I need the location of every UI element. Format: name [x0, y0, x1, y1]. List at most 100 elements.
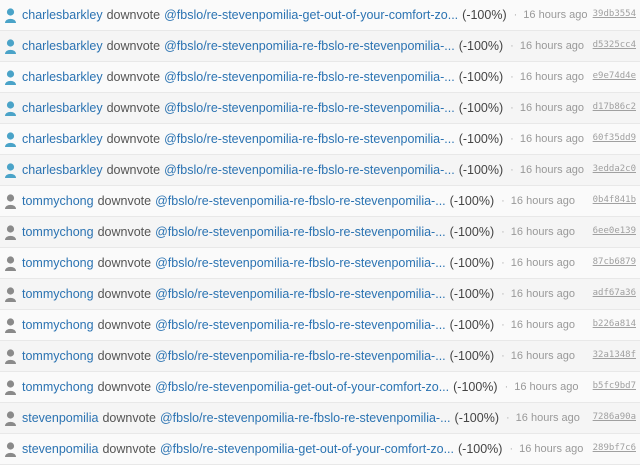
transaction-id-link[interactable]: 3edda2c0	[593, 155, 636, 183]
post-link[interactable]: @fbslo/re-stevenpomilia-get-out-of-your-…	[155, 380, 449, 394]
list-item: tommychong downvote @fbslo/re-stevenpomi…	[0, 217, 640, 248]
user-link[interactable]: charlesbarkley	[22, 8, 103, 22]
user-link[interactable]: charlesbarkley	[22, 132, 103, 146]
blue-avatar-icon[interactable]	[4, 100, 17, 116]
timestamp: 16 hours ago	[510, 226, 576, 238]
user-link[interactable]: charlesbarkley	[22, 101, 103, 115]
vote-weight: (-100%)	[458, 39, 504, 53]
user-link[interactable]: tommychong	[22, 194, 94, 208]
list-item: charlesbarkley downvote @fbslo/re-steven…	[0, 31, 640, 62]
user-link[interactable]: tommychong	[22, 318, 94, 332]
separator-dot: ·	[501, 195, 505, 207]
user-link[interactable]: tommychong	[22, 380, 94, 394]
user-link[interactable]: tommychong	[22, 256, 94, 270]
post-link[interactable]: @fbslo/re-stevenpomilia-get-out-of-your-…	[160, 442, 454, 456]
list-item: tommychong downvote @fbslo/re-stevenpomi…	[0, 341, 640, 372]
action-label: downvote	[106, 39, 161, 53]
vote-weight: (-100%)	[449, 287, 495, 301]
post-link[interactable]: @fbslo/re-stevenpomilia-re-fbslo-re-stev…	[164, 132, 455, 146]
action-label: downvote	[106, 163, 161, 177]
user-link[interactable]: stevenpomilia	[22, 442, 98, 456]
transaction-id-link[interactable]: 7286a90a	[593, 403, 636, 431]
gray-avatar-icon[interactable]	[4, 410, 17, 426]
post-link[interactable]: @fbslo/re-stevenpomilia-re-fbslo-re-stev…	[155, 318, 446, 332]
post-link[interactable]: @fbslo/re-stevenpomilia-re-fbslo-re-stev…	[160, 411, 451, 425]
separator-dot: ·	[501, 288, 505, 300]
blue-avatar-icon[interactable]	[4, 162, 17, 178]
post-link[interactable]: @fbslo/re-stevenpomilia-re-fbslo-re-stev…	[155, 256, 446, 270]
post-link[interactable]: @fbslo/re-stevenpomilia-re-fbslo-re-stev…	[155, 225, 446, 239]
vote-activity-list: charlesbarkley downvote @fbslo/re-steven…	[0, 0, 640, 465]
transaction-id-link[interactable]: 60f35dd9	[593, 124, 636, 152]
transaction-id-link[interactable]: 39db3554	[593, 0, 636, 28]
timestamp: 16 hours ago	[510, 257, 576, 269]
gray-avatar-icon[interactable]	[4, 317, 17, 333]
vote-weight: (-100%)	[458, 101, 504, 115]
transaction-id-link[interactable]: e9e74d4e	[593, 62, 636, 90]
user-link[interactable]: stevenpomilia	[22, 411, 98, 425]
user-link[interactable]: tommychong	[22, 349, 94, 363]
action-label: downvote	[106, 132, 161, 146]
vote-weight: (-100%)	[458, 70, 504, 84]
vote-weight: (-100%)	[454, 411, 499, 425]
user-link[interactable]: charlesbarkley	[22, 39, 103, 53]
separator-dot: ·	[504, 381, 509, 393]
gray-avatar-icon[interactable]	[4, 348, 17, 364]
blue-avatar-icon[interactable]	[4, 38, 17, 54]
separator-dot: ·	[501, 257, 505, 269]
blue-avatar-icon[interactable]	[4, 69, 17, 85]
separator-dot: ·	[510, 71, 514, 83]
gray-avatar-icon[interactable]	[4, 441, 17, 457]
post-link[interactable]: @fbslo/re-stevenpomilia-re-fbslo-re-stev…	[155, 194, 446, 208]
transaction-id-link[interactable]: d17b86c2	[593, 93, 636, 121]
timestamp: 16 hours ago	[510, 288, 576, 300]
post-link[interactable]: @fbslo/re-stevenpomilia-re-fbslo-re-stev…	[164, 39, 455, 53]
gray-avatar-icon[interactable]	[4, 224, 17, 240]
gray-avatar-icon[interactable]	[4, 255, 17, 271]
post-link[interactable]: @fbslo/re-stevenpomilia-get-out-of-your-…	[164, 8, 458, 22]
list-item: tommychong downvote @fbslo/re-stevenpomi…	[0, 279, 640, 310]
post-link[interactable]: @fbslo/re-stevenpomilia-re-fbslo-re-stev…	[164, 70, 455, 84]
vote-weight: (-100%)	[449, 256, 495, 270]
timestamp: 16 hours ago	[519, 133, 585, 145]
vote-weight: (-100%)	[458, 442, 503, 456]
timestamp: 16 hours ago	[519, 102, 585, 114]
transaction-id-link[interactable]: b226a814	[593, 310, 636, 338]
blue-avatar-icon[interactable]	[4, 7, 17, 23]
transaction-id-link[interactable]: b5fc9bd7	[593, 372, 636, 400]
transaction-id-link[interactable]: adf67a36	[593, 279, 636, 307]
user-link[interactable]: tommychong	[22, 225, 94, 239]
vote-weight: (-100%)	[462, 8, 507, 22]
user-link[interactable]: charlesbarkley	[22, 70, 103, 84]
transaction-id-link[interactable]: 6ee0e139	[593, 217, 636, 245]
separator-dot: ·	[510, 133, 514, 145]
blue-avatar-icon[interactable]	[4, 131, 17, 147]
transaction-id-link[interactable]: 289bf7c6	[593, 434, 636, 462]
vote-weight: (-100%)	[449, 318, 495, 332]
transaction-id-link[interactable]: 87cb6879	[593, 248, 636, 276]
timestamp: 16 hours ago	[523, 9, 588, 21]
transaction-id-link[interactable]: 32a1348f	[593, 341, 636, 369]
post-link[interactable]: @fbslo/re-stevenpomilia-re-fbslo-re-stev…	[164, 101, 455, 115]
separator-dot: ·	[510, 40, 514, 52]
action-label: downvote	[106, 8, 161, 22]
action-label: downvote	[97, 287, 152, 301]
action-label: downvote	[97, 194, 152, 208]
timestamp: 16 hours ago	[519, 443, 584, 455]
post-link[interactable]: @fbslo/re-stevenpomilia-re-fbslo-re-stev…	[164, 163, 455, 177]
gray-avatar-icon[interactable]	[4, 193, 17, 209]
action-label: downvote	[102, 411, 156, 425]
transaction-id-link[interactable]: 0b4f841b	[593, 186, 636, 214]
separator-dot: ·	[501, 319, 505, 331]
gray-avatar-icon[interactable]	[4, 379, 17, 395]
transaction-id-link[interactable]: d5325cc4	[593, 31, 636, 59]
vote-weight: (-100%)	[458, 163, 504, 177]
vote-weight: (-100%)	[453, 380, 498, 394]
gray-avatar-icon[interactable]	[4, 286, 17, 302]
vote-weight: (-100%)	[449, 225, 495, 239]
post-link[interactable]: @fbslo/re-stevenpomilia-re-fbslo-re-stev…	[155, 349, 446, 363]
user-link[interactable]: charlesbarkley	[22, 163, 103, 177]
post-link[interactable]: @fbslo/re-stevenpomilia-re-fbslo-re-stev…	[155, 287, 446, 301]
user-link[interactable]: tommychong	[22, 287, 94, 301]
action-label: downvote	[97, 256, 152, 270]
